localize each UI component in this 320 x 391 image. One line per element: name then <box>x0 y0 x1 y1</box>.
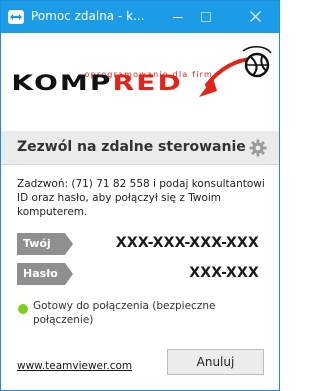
connection-status: Gotowy do połączenia (bezpieczne połącze… <box>33 300 216 326</box>
instructions-text: Zadzwoń: (71) 71 82 558 i podaj konsulta… <box>17 178 265 218</box>
logo-globe-icon <box>242 46 272 78</box>
logo-brand-red: RED <box>113 70 183 95</box>
minimize-button[interactable] <box>155 1 201 33</box>
id-label: Twój ID <box>17 233 73 272</box>
maximize-icon <box>201 12 211 22</box>
section-header: Zezwól na zdalne sterowanie <box>1 131 279 165</box>
svg-text:KOMPRED: KOMPRED <box>11 70 182 95</box>
close-icon <box>250 11 261 22</box>
gear-icon[interactable] <box>249 139 267 157</box>
logo-brand-dark: KOMP <box>11 70 112 95</box>
minimize-icon <box>173 17 183 18</box>
remote-support-window: Pomoc zdalna - k... oprogramowanie dla f… <box>0 0 280 391</box>
password-label: Hasło <box>17 263 73 285</box>
kompred-logo: oprogramowanie dla firm KOMPRED <box>11 46 272 97</box>
cancel-button[interactable]: Anuluj <box>167 349 264 375</box>
section-heading: Zezwól na zdalne sterowanie <box>17 139 246 155</box>
status-indicator-icon <box>18 304 28 314</box>
teamviewer-link[interactable]: www.teamviewer.com <box>17 360 132 372</box>
company-banner: oprogramowanie dla firm KOMPRED <box>1 33 279 131</box>
title-bar[interactable]: Pomoc zdalna - k... <box>1 1 279 33</box>
window-title: Pomoc zdalna - k... <box>31 9 145 23</box>
password-value: XXX-XXX <box>189 265 259 281</box>
id-value: XXX-XXX-XXX-XXX <box>115 235 259 251</box>
close-button[interactable] <box>233 1 279 33</box>
teamviewer-app-icon <box>8 10 24 24</box>
